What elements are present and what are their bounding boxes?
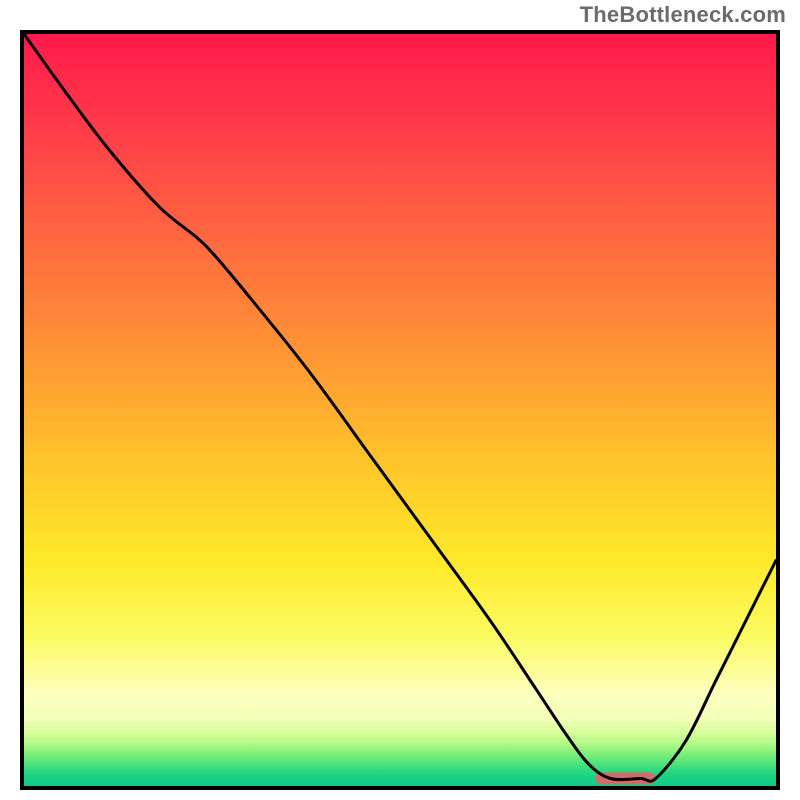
- bottleneck-curve: [24, 34, 776, 781]
- watermark-text: TheBottleneck.com: [580, 2, 786, 28]
- curve-layer: [24, 34, 776, 786]
- plot-frame: [20, 30, 780, 790]
- chart-root: TheBottleneck.com: [0, 0, 800, 800]
